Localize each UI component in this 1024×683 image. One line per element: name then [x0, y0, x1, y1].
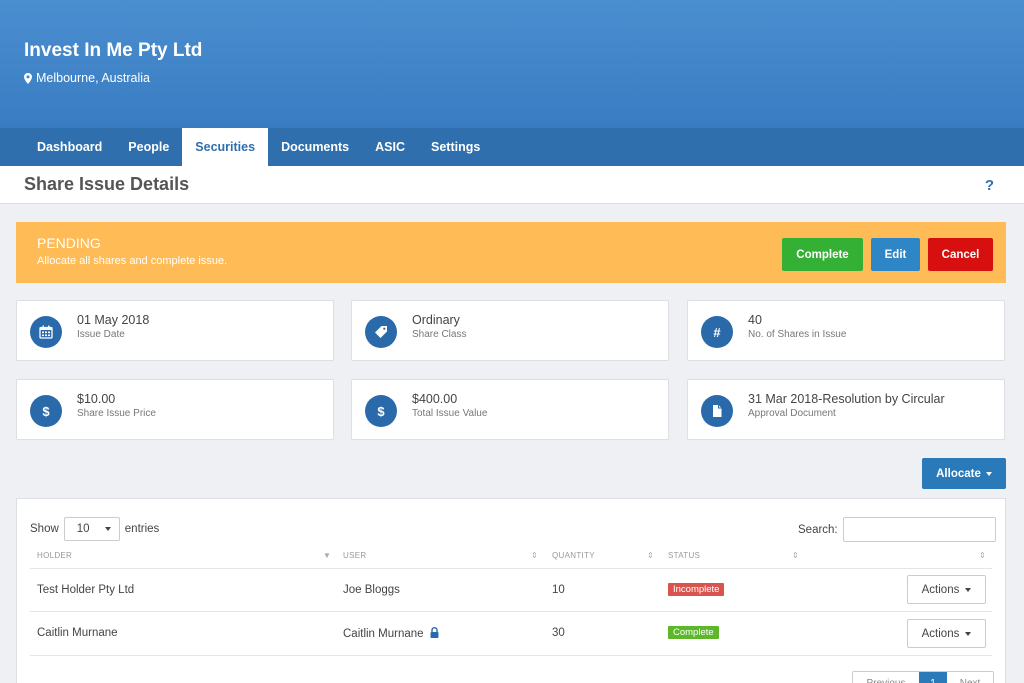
caret-down-icon: [965, 587, 972, 592]
page-1-button[interactable]: 1: [919, 672, 947, 683]
pagination: Previous 1 Next: [852, 671, 994, 683]
approval-document-card: 31 Mar 2018-Resolution by Circular Appro…: [687, 379, 1005, 440]
tab-people[interactable]: People: [115, 128, 182, 166]
status-badge: Complete: [668, 626, 719, 639]
tab-asic[interactable]: ASIC: [362, 128, 418, 166]
share-price-value: $10.00: [77, 392, 116, 406]
row-divider: [30, 611, 992, 612]
caret-down-icon: [965, 631, 972, 636]
tab-settings[interactable]: Settings: [418, 128, 493, 166]
previous-page-button[interactable]: Previous: [853, 672, 919, 683]
issue-date-value: 01 May 2018: [77, 313, 150, 327]
status-badge: Incomplete: [668, 583, 725, 596]
sort-icon[interactable]: ⇕: [647, 551, 654, 560]
tab-documents[interactable]: Documents: [268, 128, 362, 166]
user-name: Caitlin Murnane: [343, 628, 424, 640]
status-title: PENDING: [37, 235, 101, 251]
row-actions-button[interactable]: Actions: [907, 575, 986, 604]
issue-date-label: Issue Date: [77, 329, 125, 340]
share-class-label: Share Class: [412, 329, 467, 340]
share-count-value: 40: [748, 313, 762, 327]
dollar-icon: $: [365, 395, 397, 427]
total-value-card: $ $400.00 Total Issue Value: [351, 379, 669, 440]
search-input[interactable]: [842, 517, 996, 542]
search-control: Search:: [798, 517, 996, 542]
sort-icon[interactable]: ⇕: [979, 551, 986, 560]
page-size-select[interactable]: 10: [63, 517, 120, 541]
column-header-quantity[interactable]: QUANTITY: [552, 551, 595, 560]
map-marker-icon: [24, 72, 32, 84]
actions-label: Actions: [921, 627, 960, 640]
sort-icon[interactable]: ⇕: [792, 551, 799, 560]
page-header: Share Issue Details ?: [0, 166, 1024, 204]
share-price-label: Share Issue Price: [77, 408, 156, 419]
user-cell: Caitlin Murnane: [343, 627, 439, 640]
actions-label: Actions: [921, 583, 960, 596]
share-class-value: Ordinary: [412, 313, 460, 327]
dollar-icon: $: [30, 395, 62, 427]
sort-desc-icon[interactable]: ▼: [323, 551, 331, 560]
header-divider: [30, 568, 992, 569]
status-banner: PENDING Allocate all shares and complete…: [16, 222, 1006, 283]
entries-label: entries: [124, 523, 160, 535]
quantity-cell: 30: [552, 627, 565, 639]
company-header: Invest In Me Pty Ltd Melbourne, Australi…: [0, 0, 1024, 128]
status-message: Allocate all shares and complete issue.: [37, 255, 228, 267]
page-title: Share Issue Details: [24, 174, 190, 194]
allocate-label: Allocate: [936, 467, 981, 480]
show-label: Show: [30, 523, 59, 535]
lock-icon: [430, 627, 439, 638]
issue-date-card: 01 May 2018 Issue Date: [16, 300, 334, 361]
column-header-user[interactable]: USER: [343, 551, 366, 560]
next-page-button[interactable]: Next: [947, 672, 993, 683]
share-count-label: No. of Shares in Issue: [748, 329, 847, 340]
approval-document-value[interactable]: 31 Mar 2018-Resolution by Circular: [748, 392, 945, 406]
location-text: Melbourne, Australia: [36, 71, 150, 85]
company-name: Invest In Me Pty Ltd: [24, 40, 203, 61]
approval-document-label: Approval Document: [748, 408, 836, 419]
calendar-icon: [30, 316, 62, 348]
user-cell: Joe Bloggs: [343, 584, 400, 596]
sort-icon[interactable]: ⇕: [531, 551, 538, 560]
help-icon[interactable]: ?: [985, 177, 994, 194]
allocations-table-panel: Show 10 entries Search: HOLDER ▼ USER ⇕ …: [16, 498, 1006, 683]
holder-cell: Test Holder Pty Ltd: [37, 584, 135, 596]
hash-icon: #: [701, 316, 733, 348]
edit-button[interactable]: Edit: [871, 238, 920, 271]
total-value-value: $400.00: [412, 392, 458, 406]
tag-icon: [365, 316, 397, 348]
holder-cell: Caitlin Murnane: [37, 627, 118, 639]
column-header-status[interactable]: STATUS: [668, 551, 700, 560]
column-header-holder[interactable]: HOLDER: [37, 551, 72, 560]
total-value-label: Total Issue Value: [412, 408, 488, 419]
share-class-card: Ordinary Share Class: [351, 300, 669, 361]
tab-securities[interactable]: Securities: [182, 128, 269, 166]
cancel-button[interactable]: Cancel: [928, 238, 993, 271]
tab-dashboard[interactable]: Dashboard: [24, 128, 115, 166]
quantity-cell: 10: [552, 584, 565, 596]
company-location: Melbourne, Australia: [24, 71, 150, 85]
page-size-value: 10: [76, 523, 90, 535]
main-nav: Dashboard People Securities Documents AS…: [0, 128, 1024, 166]
share-count-card: # 40 No. of Shares in Issue: [687, 300, 1005, 361]
complete-button[interactable]: Complete: [782, 238, 863, 271]
page-size-control: Show 10 entries: [30, 517, 159, 541]
search-label: Search:: [798, 523, 838, 536]
row-divider: [30, 655, 992, 656]
caret-down-icon: [985, 471, 992, 476]
row-actions-button[interactable]: Actions: [907, 619, 986, 648]
document-icon: [701, 395, 733, 427]
caret-down-icon: [104, 527, 111, 531]
share-price-card: $ $10.00 Share Issue Price: [16, 379, 334, 440]
allocate-button[interactable]: Allocate: [922, 458, 1006, 489]
